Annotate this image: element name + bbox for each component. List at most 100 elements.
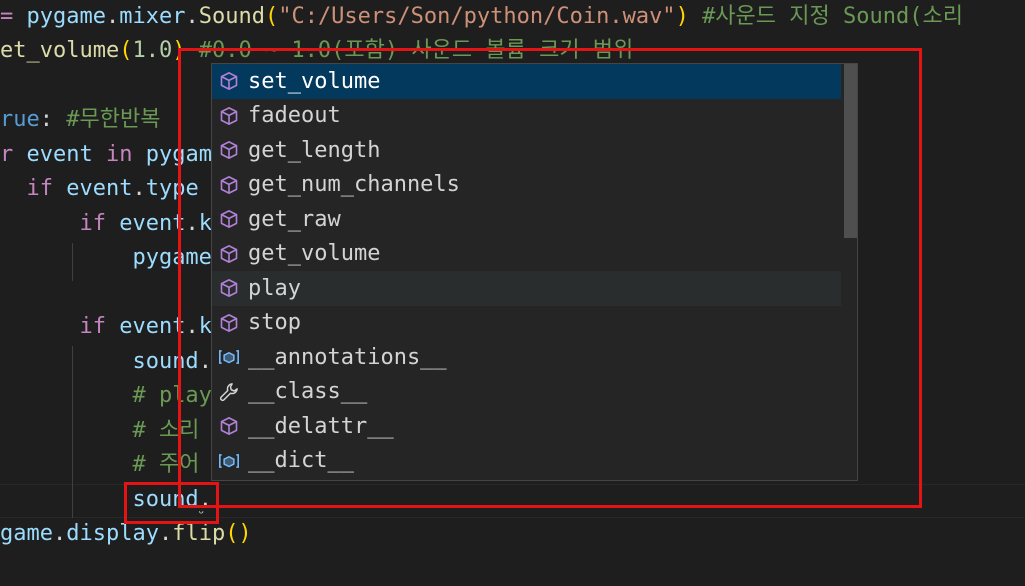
suggestion-item[interactable]: get_length xyxy=(212,133,841,168)
code-token: . xyxy=(132,176,146,201)
suggestion-label: get_length xyxy=(248,137,381,163)
code-token: #사운드 지정 Sound(소리 xyxy=(702,4,963,29)
code-token: flip xyxy=(172,521,226,546)
code-token: k xyxy=(198,314,212,339)
method-icon xyxy=(218,277,240,299)
method-icon xyxy=(218,70,240,92)
method-icon xyxy=(218,415,240,437)
code-token: #0.0 ~ 1.0(포함) 사운드 볼륨 크기 범위 xyxy=(198,38,634,63)
code-token: #무한반복 xyxy=(66,107,161,132)
suggestion-label: stop xyxy=(248,310,301,336)
code-token: . xyxy=(52,521,67,546)
code-token: # play xyxy=(132,383,212,408)
code-token: pygame xyxy=(26,4,106,29)
suggestion-item[interactable]: set_volume xyxy=(212,64,841,99)
code-token: ( xyxy=(119,38,133,63)
code-token: k xyxy=(198,211,212,236)
code-token: : xyxy=(39,107,67,132)
suggestion-item[interactable]: __annotations__ xyxy=(212,340,841,375)
wrench-icon xyxy=(218,381,240,403)
code-token: . xyxy=(198,349,212,374)
suggestion-item[interactable]: get_num_channels xyxy=(212,168,841,203)
suggestion-label: get_num_channels xyxy=(248,172,460,198)
code-token: . xyxy=(185,4,199,29)
code-line: = pygame.mixer.Sound("C:/Users/Son/pytho… xyxy=(0,0,1025,34)
method-icon xyxy=(218,312,240,334)
code-token: if xyxy=(26,176,54,201)
code-token: ) xyxy=(675,4,689,29)
suggestion-label: get_volume xyxy=(248,241,381,267)
suggestion-item[interactable]: __class__ xyxy=(212,375,841,410)
method-icon xyxy=(218,105,240,127)
code-token: . xyxy=(105,4,120,29)
code-token: ) xyxy=(172,38,186,63)
suggestion-item[interactable]: get_raw xyxy=(212,202,841,237)
suggestion-label: __dict__ xyxy=(248,448,354,474)
method-icon xyxy=(218,243,240,265)
suggestion-label: get_raw xyxy=(248,206,341,232)
code-line: sound. xyxy=(0,483,1025,517)
code-token: in xyxy=(105,142,133,167)
code-token: Sound xyxy=(198,4,265,29)
suggestion-item[interactable]: play xyxy=(212,271,841,306)
cursor-squiggle: ᵕ xyxy=(197,506,206,522)
field-icon xyxy=(218,346,240,368)
suggestion-label: set_volume xyxy=(248,68,381,94)
code-token: if xyxy=(79,211,106,236)
code-token: pygame xyxy=(132,245,212,270)
code-token: event xyxy=(119,314,186,339)
suggestion-item[interactable]: __delattr__ xyxy=(212,409,841,444)
suggestion-label: __annotations__ xyxy=(248,344,447,370)
code-token: # 주어 xyxy=(132,452,200,477)
code-token: display xyxy=(66,521,159,546)
code-token: . xyxy=(185,211,199,236)
suggestion-item[interactable]: stop xyxy=(212,306,841,341)
suggestion-scrollbar[interactable] xyxy=(844,64,857,238)
code-token: event xyxy=(66,176,133,201)
suggestion-label: __delattr__ xyxy=(248,413,394,439)
code-token: rue xyxy=(0,107,40,132)
suggestion-label: play xyxy=(248,275,301,301)
code-token: "C:/Users/Son/python/Coin.wav" xyxy=(278,4,676,29)
code-token: () xyxy=(225,521,252,546)
method-icon xyxy=(218,139,240,161)
code-token: ( xyxy=(264,4,279,29)
code-token: . xyxy=(158,521,173,546)
code-token: . xyxy=(185,314,199,339)
code-token: sound xyxy=(132,349,199,374)
suggestion-item[interactable]: fadeout xyxy=(212,99,841,134)
suggestion-item[interactable]: __dict__ xyxy=(212,444,841,479)
code-token: et_volume xyxy=(0,38,120,63)
suggestion-label: fadeout xyxy=(248,103,341,129)
code-token: if xyxy=(79,314,106,339)
suggestion-item[interactable]: get_volume xyxy=(212,237,841,272)
code-token: event xyxy=(119,211,186,236)
code-token: sound xyxy=(132,487,199,512)
code-line: game.display.flip() xyxy=(0,517,1025,551)
method-icon xyxy=(218,174,240,196)
suggestion-widget[interactable]: set_volumefadeout get_length get_num_chann… xyxy=(211,63,858,481)
code-token: pygam xyxy=(145,142,212,167)
code-token: event xyxy=(26,142,93,167)
code-token: type xyxy=(145,176,199,201)
code-token: = xyxy=(0,4,27,29)
code-token: r xyxy=(0,142,27,167)
field-icon xyxy=(218,450,240,472)
code-token: # 소리 xyxy=(132,418,200,443)
code-token: 1.0 xyxy=(132,38,173,63)
